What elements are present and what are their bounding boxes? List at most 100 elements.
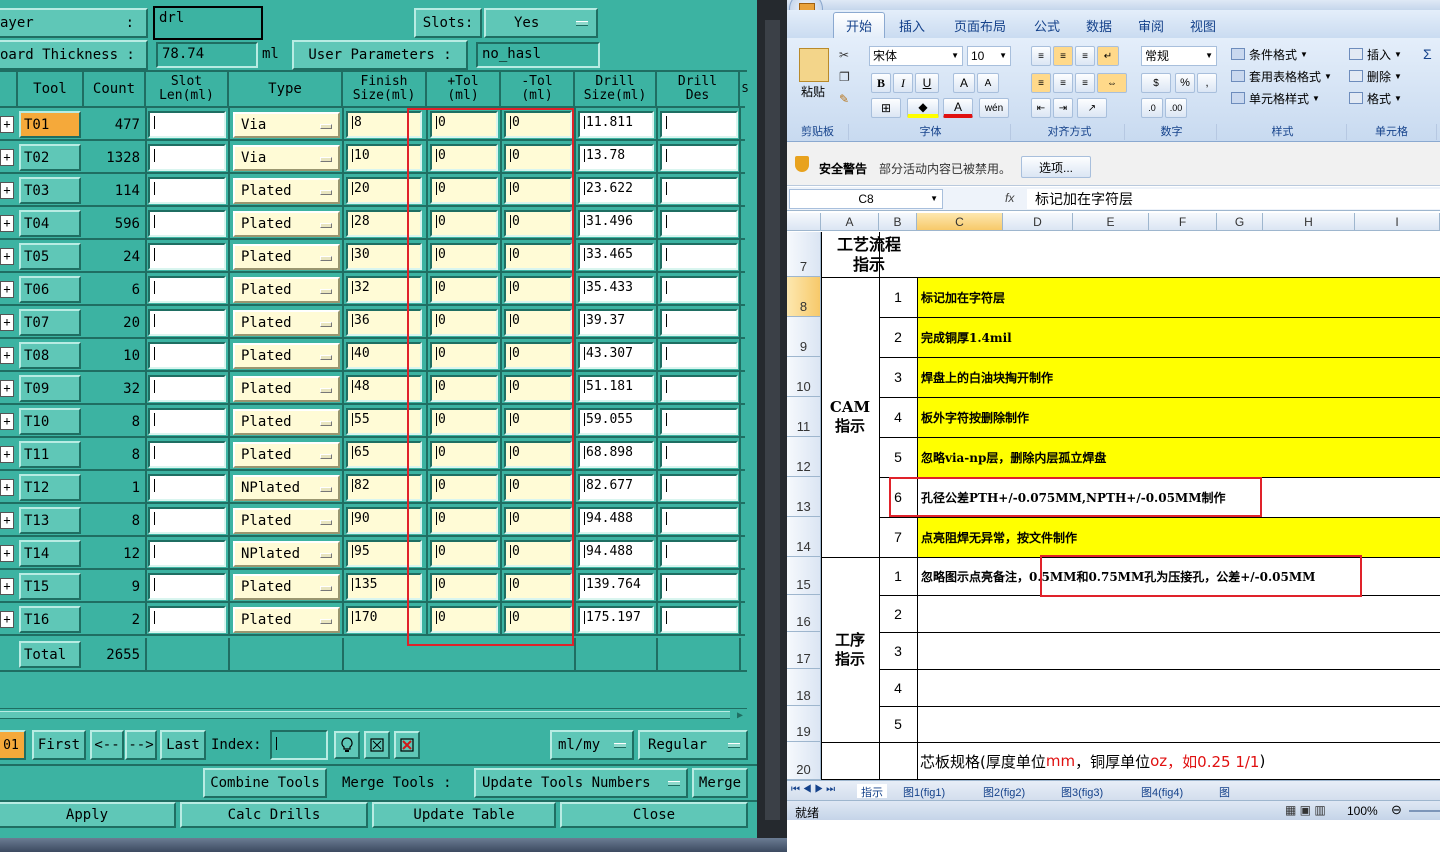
slot-len-input[interactable]	[148, 177, 226, 204]
thickness-field[interactable]: 78.74	[156, 42, 258, 68]
table-row[interactable]: + T16 2 Plated 170 0 0 175.197	[0, 603, 745, 636]
table-row[interactable]: + T12 1 NPlated 82 0 0 82.677	[0, 471, 745, 504]
copy-icon[interactable]: ❐	[839, 70, 850, 84]
finish-size-input[interactable]: 48	[346, 375, 422, 402]
minus-tol-input[interactable]: 0	[504, 408, 572, 435]
slot-len-input[interactable]	[148, 111, 226, 138]
mode-dropdown[interactable]: Regular	[638, 730, 748, 760]
tab-5[interactable]: 审阅	[1125, 12, 1177, 38]
type-dropdown[interactable]: Plated	[233, 409, 340, 435]
sheet-tab[interactable]: 图1(fig1)	[903, 784, 945, 799]
minus-tol-input[interactable]: 0	[504, 540, 572, 567]
merge-center-icon[interactable]: ⇔	[1097, 73, 1127, 93]
wrap-text-icon[interactable]: ↵	[1097, 46, 1119, 66]
tab-3[interactable]: 公式	[1021, 12, 1073, 38]
slot-len-input[interactable]	[148, 408, 226, 435]
finish-size-input[interactable]: 90	[346, 507, 422, 534]
drill-size-input[interactable]: 94.488	[578, 507, 654, 534]
sheet-tab[interactable]: 图3(fig3)	[1061, 784, 1103, 799]
expand-icon[interactable]: +	[0, 215, 14, 232]
row-header[interactable]: 19	[787, 706, 821, 742]
finish-size-input[interactable]: 170	[346, 606, 422, 633]
slot-len-input[interactable]	[148, 342, 226, 369]
plus-tol-input[interactable]: 0	[430, 342, 498, 369]
proc-item-text[interactable]	[917, 669, 1440, 706]
close-button[interactable]: Close	[560, 802, 748, 828]
table-row[interactable]: + T01 477 Via 8 0 0 11.811	[0, 108, 745, 141]
plus-tol-input[interactable]: 0	[430, 606, 498, 633]
row-header[interactable]: 14	[787, 517, 821, 557]
column-header[interactable]: I	[1355, 213, 1440, 231]
finish-size-input[interactable]: 32	[346, 276, 422, 303]
finish-size-input[interactable]: 8	[346, 111, 422, 138]
drill-des-input[interactable]	[660, 144, 738, 171]
table-row[interactable]: + T06 6 Plated 32 0 0 35.433	[0, 273, 745, 306]
align-top-icon[interactable]: ≡	[1031, 46, 1051, 66]
drill-des-input[interactable]	[660, 111, 738, 138]
column-header[interactable]: A	[821, 213, 879, 231]
merge-button[interactable]: Merge	[692, 768, 748, 798]
minus-tol-input[interactable]: 0	[504, 243, 572, 270]
slot-len-input[interactable]	[148, 243, 226, 270]
minus-tol-input[interactable]: 0	[504, 144, 572, 171]
fill-color-icon[interactable]: ◆	[907, 98, 939, 118]
expand-icon[interactable]: +	[0, 578, 14, 595]
finish-size-input[interactable]: 65	[346, 441, 422, 468]
drill-size-input[interactable]: 94.488	[578, 540, 654, 567]
shrink-font-icon[interactable]: A	[977, 73, 999, 93]
slot-len-input[interactable]	[148, 573, 226, 600]
first-sheet-icon[interactable]: ⏮ ◀ ▶ ⏭	[791, 784, 835, 795]
drill-des-input[interactable]	[660, 342, 738, 369]
table-row[interactable]: + T14 12 NPlated 95 0 0 94.488	[0, 537, 745, 570]
tool-button[interactable]: T13	[19, 507, 81, 534]
cut-icon[interactable]: ✂	[839, 48, 849, 62]
index-field[interactable]	[270, 730, 328, 760]
tool-button[interactable]: T06	[19, 276, 81, 303]
align-bottom-icon[interactable]: ≡	[1075, 46, 1095, 66]
core-spec-cell[interactable]: 芯板规格(厚度单位 mm ，铜厚单位 oz ，如0.25 1/1)	[917, 742, 1440, 780]
row-header[interactable]: 12	[787, 437, 821, 477]
minus-tol-input[interactable]: 0	[504, 276, 572, 303]
table-row[interactable]: + T11 8 Plated 65 0 0 68.898	[0, 438, 745, 471]
comma-icon[interactable]: ,	[1197, 73, 1217, 93]
sum-icon[interactable]: Σ	[1423, 46, 1432, 62]
name-box[interactable]: C8 ▼	[789, 189, 943, 209]
style-button-0[interactable]: 条件格式 ▼	[1231, 44, 1308, 64]
tool-button[interactable]: T10	[19, 408, 81, 435]
units-dropdown[interactable]: ml/my	[550, 730, 634, 760]
finish-size-input[interactable]: 36	[346, 309, 422, 336]
plus-tol-input[interactable]: 0	[430, 573, 498, 600]
layer-field[interactable]: drl	[153, 6, 263, 40]
tool-button[interactable]: T05	[19, 243, 81, 270]
finish-size-input[interactable]: 82	[346, 474, 422, 501]
zoom-out-icon[interactable]: ⊖	[1391, 802, 1402, 818]
type-dropdown[interactable]: Plated	[233, 574, 340, 600]
type-dropdown[interactable]: NPlated	[233, 475, 340, 501]
tool-button[interactable]: T03	[19, 177, 81, 204]
finish-size-input[interactable]: 135	[346, 573, 422, 600]
scroll-thumb[interactable]	[0, 711, 730, 719]
finish-size-input[interactable]: 10	[346, 144, 422, 171]
font-size-select[interactable]: 10 ▼	[967, 46, 1011, 66]
finish-size-input[interactable]: 95	[346, 540, 422, 567]
column-header[interactable]: G	[1217, 213, 1263, 231]
prev-button[interactable]: <--	[90, 730, 124, 760]
expand-icon[interactable]: +	[0, 479, 14, 496]
next-button[interactable]: -->	[125, 730, 157, 760]
options-button[interactable]: 选项...	[1021, 156, 1091, 178]
type-dropdown[interactable]: Plated	[233, 376, 340, 402]
expand-icon[interactable]: +	[0, 116, 14, 133]
grow-font-icon[interactable]: A	[953, 73, 975, 93]
drill-des-input[interactable]	[660, 408, 738, 435]
minus-tol-input[interactable]: 0	[504, 606, 572, 633]
drill-des-input[interactable]	[660, 177, 738, 204]
increase-decimal-icon[interactable]: .0	[1141, 98, 1163, 118]
slots-dropdown[interactable]: Yes	[484, 8, 598, 38]
slot-len-input[interactable]	[148, 441, 226, 468]
font-color-icon[interactable]: A	[943, 98, 973, 118]
row-header[interactable]: 9	[787, 317, 821, 357]
table-row[interactable]: + T08 10 Plated 40 0 0 43.307	[0, 339, 745, 372]
select-area-icon[interactable]	[364, 731, 390, 759]
sheet-tab[interactable]: 指示	[857, 784, 887, 799]
expand-icon[interactable]: +	[0, 182, 14, 199]
